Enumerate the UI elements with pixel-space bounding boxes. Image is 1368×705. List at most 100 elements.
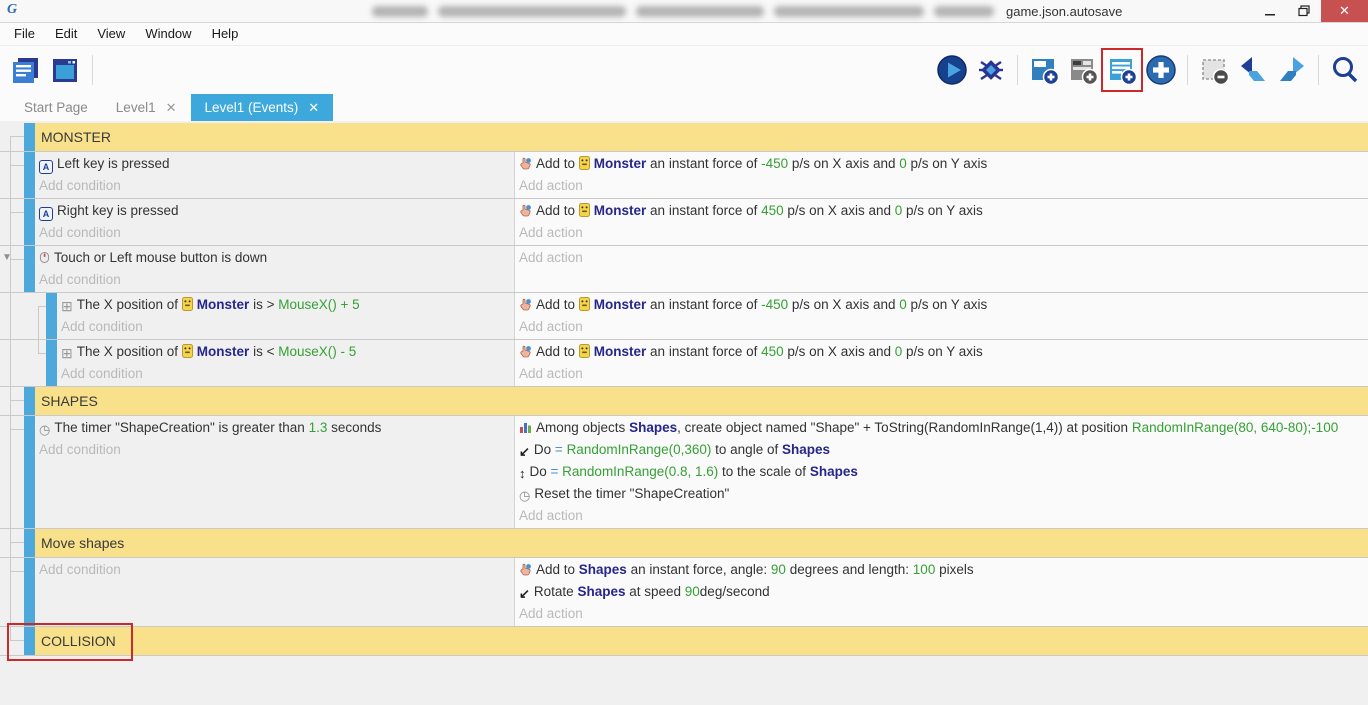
add-condition[interactable]: Add condition (39, 560, 514, 580)
text-segment: to angle of (711, 442, 782, 457)
redo-icon[interactable] (1275, 52, 1309, 88)
add-action[interactable]: Add action (519, 248, 1368, 268)
add-condition[interactable]: Add condition (61, 317, 514, 337)
add-event-icon[interactable] (1027, 52, 1061, 88)
remove-event-icon[interactable] (1197, 52, 1231, 88)
add-circle-icon[interactable] (1144, 52, 1178, 88)
event-row[interactable]: Add conditionAdd to Shapes an instant fo… (0, 558, 1368, 627)
condition-line[interactable]: ALeft key is pressed (39, 154, 514, 176)
event-row[interactable]: ⊞The X position of Monster is < MouseX()… (0, 340, 1368, 387)
event-handle[interactable] (24, 416, 35, 528)
group-label: COLLISION (35, 627, 1368, 655)
action-line[interactable]: Add to Monster an instant force of 450 p… (519, 201, 1368, 223)
add-action[interactable]: Add action (519, 364, 1368, 384)
event-handle[interactable] (24, 246, 35, 292)
project-manager-icon[interactable] (8, 52, 42, 88)
debug-icon[interactable] (974, 52, 1008, 88)
action-line[interactable]: Add to Shapes an instant force, angle: 9… (519, 560, 1368, 582)
event-handle[interactable] (46, 340, 57, 386)
add-action[interactable]: Add action (519, 506, 1368, 526)
text-segment: an instant force of (646, 203, 761, 218)
text-segment: Shapes (629, 420, 677, 435)
play-icon[interactable] (935, 52, 969, 88)
event-handle[interactable] (24, 123, 35, 151)
add-action[interactable]: Add action (519, 176, 1368, 196)
text-segment: Do (530, 464, 551, 479)
text-segment: p/s on Y axis (902, 344, 983, 359)
condition-line[interactable]: ◷The timer "ShapeCreation" is greater th… (39, 418, 514, 440)
add-action[interactable]: Add action (519, 317, 1368, 337)
close-tab-icon[interactable]: ✕ (308, 100, 319, 116)
text-segment: degrees and length: (786, 562, 913, 577)
tab-level1[interactable]: Level1 ✕ (102, 94, 191, 121)
scene-editor-icon[interactable] (48, 52, 82, 88)
close-tab-icon[interactable]: ✕ (166, 100, 177, 116)
action-line[interactable]: Add to Monster an instant force of -450 … (519, 295, 1368, 317)
text-segment: Add to (536, 203, 579, 218)
undo-icon[interactable] (1236, 52, 1270, 88)
restore-button[interactable] (1287, 0, 1321, 22)
action-line[interactable]: ↕Do = RandomInRange(0.8, 1.6) to the sca… (519, 462, 1368, 484)
text-segment: an instant force of (646, 297, 761, 312)
event-group-header[interactable]: Move shapes (0, 529, 1368, 558)
action-line[interactable]: Among objects Shapes, create object name… (519, 418, 1368, 440)
add-comment-event-icon[interactable] (1105, 52, 1139, 88)
event-group-header[interactable]: MONSTER (0, 123, 1368, 152)
text-segment: Do (534, 442, 555, 457)
conditions-cell: Touch or Left mouse button is downAdd co… (35, 246, 514, 292)
condition-line[interactable]: ⊞The X position of Monster is > MouseX()… (61, 295, 514, 317)
event-group-header[interactable]: SHAPES (0, 387, 1368, 416)
event-handle[interactable] (46, 293, 57, 339)
action-line[interactable]: Add to Monster an instant force of 450 p… (519, 342, 1368, 364)
action-line[interactable]: Add to Monster an instant force of -450 … (519, 154, 1368, 176)
menu-view[interactable]: View (87, 23, 135, 45)
menu-help[interactable]: Help (202, 23, 249, 45)
menu-window[interactable]: Window (135, 23, 201, 45)
event-handle[interactable] (24, 152, 35, 198)
angle-arrow-icon: ↙ (519, 442, 530, 462)
add-action[interactable]: Add action (519, 604, 1368, 624)
text-segment: Shapes (579, 562, 627, 577)
add-condition[interactable]: Add condition (39, 440, 514, 460)
add-subevent-icon[interactable] (1066, 52, 1100, 88)
tab-label: Level1 (116, 100, 156, 115)
close-button[interactable]: ✕ (1321, 0, 1368, 22)
text-segment: 100 (913, 562, 936, 577)
condition-line[interactable]: Touch or Left mouse button is down (39, 248, 514, 270)
text-segment: to the scale of (718, 464, 810, 479)
mouse-icon (39, 250, 50, 270)
monster-thumb-icon (182, 297, 193, 317)
condition-line[interactable]: ARight key is pressed (39, 201, 514, 223)
hand-force-icon (519, 203, 532, 223)
menu-file[interactable]: File (4, 23, 45, 45)
event-row[interactable]: ▼Touch or Left mouse button is downAdd c… (0, 246, 1368, 293)
action-line[interactable]: ↙Do = RandomInRange(0,360) to angle of S… (519, 440, 1368, 462)
text-segment: Monster (197, 344, 250, 359)
event-row[interactable]: ARight key is pressedAdd conditionAdd to… (0, 199, 1368, 246)
action-line[interactable]: ◷Reset the timer "ShapeCreation" (519, 484, 1368, 506)
tab-start-page[interactable]: Start Page (10, 94, 102, 121)
monster-thumb-icon (579, 156, 590, 176)
event-row[interactable]: ⊞The X position of Monster is > MouseX()… (0, 293, 1368, 340)
text-segment: The timer "ShapeCreation" is greater tha… (54, 420, 308, 435)
tab-level1-events[interactable]: Level1 (Events)✕ (191, 94, 334, 121)
add-condition[interactable]: Add condition (39, 223, 514, 243)
add-action[interactable]: Add action (519, 223, 1368, 243)
event-handle[interactable] (24, 199, 35, 245)
text-segment: Right key is pressed (57, 203, 179, 218)
search-icon[interactable] (1328, 52, 1362, 88)
minimize-button[interactable] (1253, 0, 1287, 22)
text-segment: p/s on Y axis (907, 297, 988, 312)
event-handle[interactable] (24, 387, 35, 415)
event-handle[interactable] (24, 558, 35, 626)
add-condition[interactable]: Add condition (61, 364, 514, 384)
event-row[interactable]: ALeft key is pressedAdd conditionAdd to … (0, 152, 1368, 199)
condition-line[interactable]: ⊞The X position of Monster is < MouseX()… (61, 342, 514, 364)
event-row[interactable]: ◷The timer "ShapeCreation" is greater th… (0, 416, 1368, 529)
add-condition[interactable]: Add condition (39, 176, 514, 196)
event-group-header[interactable]: COLLISION (0, 627, 1368, 656)
menu-edit[interactable]: Edit (45, 23, 87, 45)
add-condition[interactable]: Add condition (39, 270, 514, 290)
event-handle[interactable] (24, 529, 35, 557)
action-line[interactable]: ↙Rotate Shapes at speed 90deg/second (519, 582, 1368, 604)
